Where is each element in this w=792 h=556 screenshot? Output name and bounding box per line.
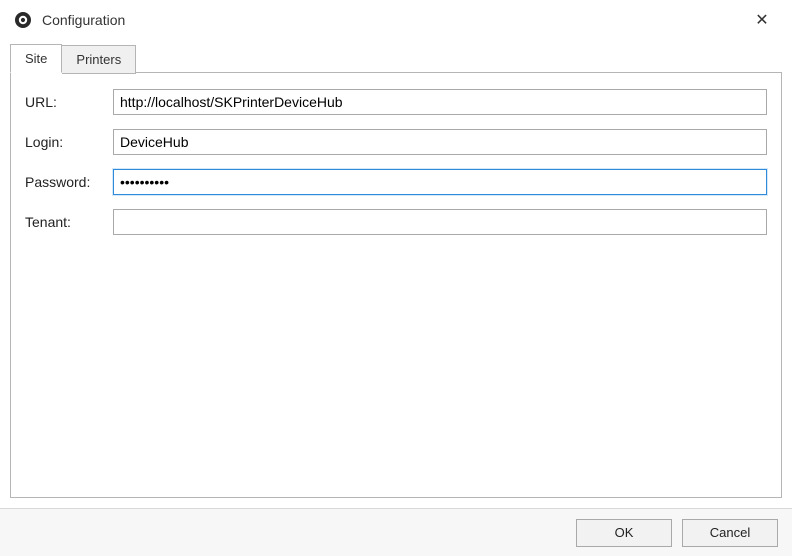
password-input[interactable]	[113, 169, 767, 195]
tab-label: Site	[25, 51, 47, 66]
ok-button[interactable]: OK	[576, 519, 672, 547]
app-icon	[14, 11, 32, 29]
url-label: URL:	[25, 94, 113, 110]
form-row-login: Login:	[25, 129, 767, 155]
url-input[interactable]	[113, 89, 767, 115]
configuration-window: Configuration ✕ Site Printers URL: Login…	[0, 0, 792, 556]
tab-strip: Site Printers	[10, 44, 782, 73]
dialog-footer: OK Cancel	[0, 508, 792, 556]
form-row-url: URL:	[25, 89, 767, 115]
form-row-tenant: Tenant:	[25, 209, 767, 235]
password-label: Password:	[25, 174, 113, 190]
tenant-input[interactable]	[113, 209, 767, 235]
close-icon: ✕	[755, 10, 768, 30]
cancel-button[interactable]: Cancel	[682, 519, 778, 547]
tab-printers[interactable]: Printers	[62, 45, 136, 74]
tenant-label: Tenant:	[25, 214, 113, 230]
login-label: Login:	[25, 134, 113, 150]
close-button[interactable]: ✕	[742, 5, 782, 35]
tab-panel-site: URL: Login: Password: Tenant:	[10, 72, 782, 498]
tab-site[interactable]: Site	[10, 44, 62, 73]
content-area: Site Printers URL: Login: Password: Tena…	[0, 40, 792, 508]
titlebar: Configuration ✕	[0, 0, 792, 40]
form-row-password: Password:	[25, 169, 767, 195]
login-input[interactable]	[113, 129, 767, 155]
tab-label: Printers	[76, 52, 121, 67]
window-title: Configuration	[42, 12, 742, 28]
